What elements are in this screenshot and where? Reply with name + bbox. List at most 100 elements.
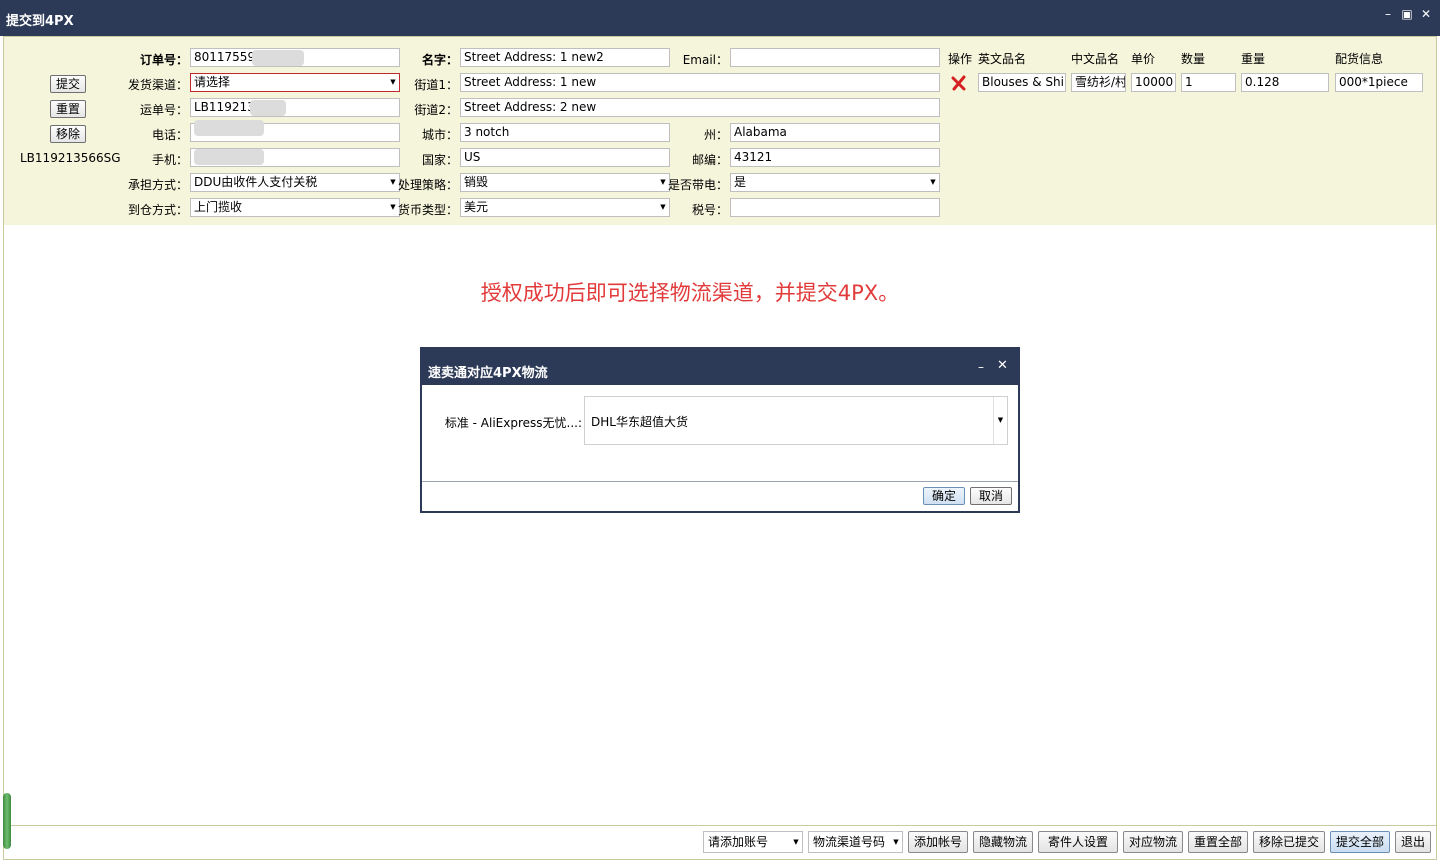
item-spec-input[interactable]: 000*1piece <box>1335 73 1423 92</box>
city-input[interactable]: 3 notch <box>460 123 670 142</box>
state-input[interactable]: Alabama <box>730 123 940 142</box>
reset-all-button[interactable]: 重置全部 <box>1188 831 1248 853</box>
redaction-blur <box>194 149 264 165</box>
dialog-body: 标准 - AliExpress无忧...: DHL华东超值大货 ▼ <box>422 385 1018 481</box>
logistics-select[interactable]: DHL华东超值大货 ▼ <box>584 396 1008 445</box>
add-account-button[interactable]: 添加帐号 <box>908 831 968 853</box>
col-weight: 重量 <box>1241 52 1266 66</box>
col-en-name: 英文品名 <box>978 52 1027 66</box>
street2-input[interactable]: Street Address: 2 new <box>460 98 940 117</box>
remove-button[interactable]: 移除 <box>50 125 86 143</box>
channel-select[interactable]: 请选择 ▼ <box>190 73 400 92</box>
restore-button[interactable]: ▣ <box>1400 7 1414 21</box>
state-label: 州： <box>703 128 728 142</box>
chevron-down-icon: ▼ <box>793 838 799 846</box>
redaction-blur <box>250 100 286 116</box>
sender-settings-button[interactable]: 寄件人设置 <box>1038 831 1118 853</box>
dialog-ok-button[interactable]: 确定 <box>923 487 965 505</box>
waybill-input[interactable]: LB119213 <box>190 98 400 117</box>
bottom-toolbar: 请添加账号 ▼ 物流渠道号码 ▼ 添加帐号 隐藏物流 寄件人设置 对应物流 重置全部… <box>4 825 1436 859</box>
dialog-minimize-button[interactable]: – <box>978 360 984 374</box>
item-qty: 1 <box>1185 75 1193 89</box>
redaction-blur <box>194 120 264 136</box>
street1-label: 街道1： <box>414 78 458 92</box>
street2-value: Street Address: 2 new <box>464 100 597 114</box>
remove-submitted-button[interactable]: 移除已提交 <box>1253 831 1325 853</box>
warehouse-label: 到仓方式： <box>127 203 188 217</box>
col-price: 单价 <box>1131 52 1156 66</box>
logistics-select-value: DHL华东超值大货 <box>591 415 688 429</box>
submit-button[interactable]: 提交 <box>50 75 86 93</box>
email-label: Email： <box>682 53 728 67</box>
currency-select[interactable]: 美元 ▼ <box>460 198 670 217</box>
email-input[interactable] <box>730 48 940 67</box>
item-weight-input[interactable]: 0.128 <box>1241 73 1329 92</box>
logistics-mapping-dialog: 速卖通对应4PX物流 – ✕ 标准 - AliExpress无忧...: DHL… <box>420 347 1020 513</box>
currency-label: 货币类型： <box>397 203 458 217</box>
window-title: 提交到4PX <box>6 14 74 29</box>
minimize-button[interactable]: – <box>1381 7 1395 21</box>
item-weight: 0.128 <box>1245 75 1280 89</box>
tax-input[interactable] <box>730 198 940 217</box>
item-en-name: Blouses & Shir <box>982 75 1066 89</box>
zip-value: 43121 <box>734 150 773 164</box>
item-cn-name: 雪纺衫/村 <box>1075 75 1126 89</box>
authorization-message: 授权成功后即可选择物流渠道，并提交4PX。 <box>480 281 900 305</box>
name-label: 名字： <box>421 53 458 67</box>
dialog-title: 速卖通对应4PX物流 <box>428 366 548 381</box>
dialog-close-button[interactable]: ✕ <box>997 358 1008 373</box>
country-input[interactable]: US <box>460 148 670 167</box>
window-titlebar: 提交到4PX – ▣ ✕ <box>0 0 1440 36</box>
hide-logistics-button[interactable]: 隐藏物流 <box>973 831 1033 853</box>
currency-value: 美元 <box>464 200 489 214</box>
city-label: 城市： <box>421 128 458 142</box>
item-price: 10000 <box>1135 75 1174 89</box>
street1-value: Street Address: 1 new <box>464 75 597 89</box>
map-logistics-button[interactable]: 对应物流 <box>1123 831 1183 853</box>
city-value: 3 notch <box>464 125 510 139</box>
mobile-label: 手机： <box>151 153 188 167</box>
policy-value: 销毁 <box>464 175 489 189</box>
delete-icon[interactable] <box>951 75 967 91</box>
account-select[interactable]: 请添加账号 ▼ <box>703 831 803 853</box>
tax-label: 税号： <box>691 203 728 217</box>
item-cn-name-input[interactable]: 雪纺衫/村 <box>1071 73 1126 92</box>
name-input[interactable]: Street Address: 1 new2 <box>460 48 670 67</box>
dialog-cancel-button[interactable]: 取消 <box>970 487 1012 505</box>
bear-select[interactable]: DDU由收件人支付关税 ▼ <box>190 173 400 192</box>
item-qty-input[interactable]: 1 <box>1181 73 1236 92</box>
item-price-input[interactable]: 10000 <box>1131 73 1176 92</box>
state-value: Alabama <box>734 125 787 139</box>
channel-code-select[interactable]: 物流渠道号码 ▼ <box>808 831 903 853</box>
waybill-label: 运单号： <box>139 103 188 117</box>
warehouse-select[interactable]: 上门揽收 ▼ <box>190 198 400 217</box>
scrollbar-thumb[interactable] <box>3 793 11 849</box>
battery-label: 是否带电： <box>667 178 728 192</box>
bear-value: DDU由收件人支付关税 <box>194 175 318 189</box>
battery-select[interactable]: 是 ▼ <box>730 173 940 192</box>
item-spec: 000*1piece <box>1339 75 1408 89</box>
channel-value: 请选择 <box>194 75 231 89</box>
dialog-divider <box>422 481 1018 482</box>
dialog-field-label: 标准 - AliExpress无忧...: <box>444 416 582 430</box>
exit-button[interactable]: 退出 <box>1395 831 1431 853</box>
country-value: US <box>464 150 481 164</box>
chevron-down-icon: ▼ <box>930 178 936 186</box>
policy-select[interactable]: 销毁 ▼ <box>460 173 670 192</box>
chevron-down-icon: ▼ <box>993 397 1007 444</box>
country-label: 国家： <box>421 153 458 167</box>
col-spec: 配货信息 <box>1335 52 1384 66</box>
battery-value: 是 <box>734 175 747 189</box>
street1-input[interactable]: Street Address: 1 new <box>460 73 940 92</box>
col-op: 操作 <box>948 52 973 66</box>
phone-label: 电话： <box>151 128 188 142</box>
reset-button[interactable]: 重置 <box>50 100 86 118</box>
warehouse-value: 上门揽收 <box>194 200 243 214</box>
close-button[interactable]: ✕ <box>1419 7 1433 21</box>
account-select-value: 请添加账号 <box>708 835 769 849</box>
zip-input[interactable]: 43121 <box>730 148 940 167</box>
submit-all-button[interactable]: 提交全部 <box>1330 831 1390 853</box>
order-no-label: 订单号： <box>139 53 188 67</box>
item-en-name-input[interactable]: Blouses & Shir <box>978 73 1066 92</box>
dialog-header: 速卖通对应4PX物流 – ✕ <box>422 349 1018 385</box>
